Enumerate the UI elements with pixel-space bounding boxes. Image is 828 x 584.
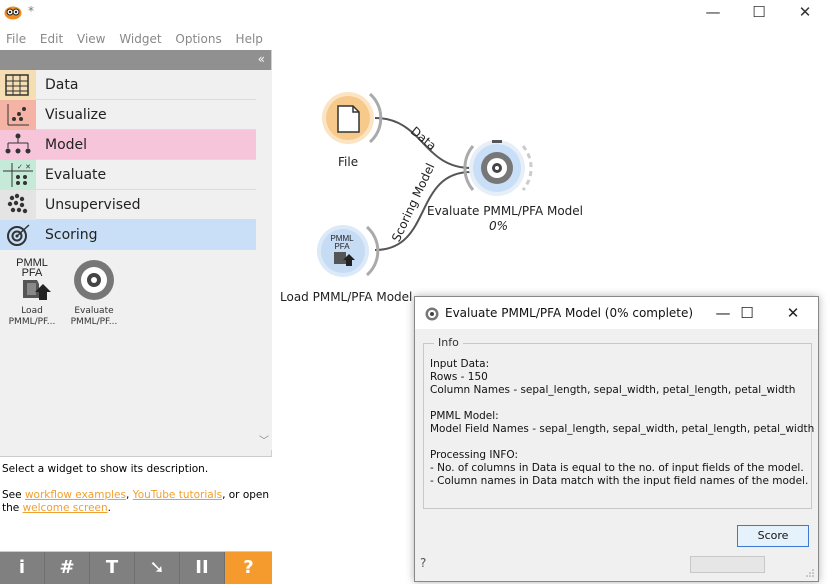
category-label: Model xyxy=(45,137,88,153)
widget-evaluate-pmml[interactable]: Evaluate PMML/PF... xyxy=(62,250,126,328)
node-icon-text-pfa: PFA xyxy=(334,242,350,251)
widget-label: PMML/PF... xyxy=(70,317,118,327)
help-button[interactable]: ? xyxy=(225,552,272,584)
info-button[interactable]: i xyxy=(0,552,45,584)
info-text: Input Data: Rows - 150 Column Names - se… xyxy=(430,358,815,487)
menu-widget[interactable]: Widget xyxy=(115,28,165,50)
maximize-button[interactable]: ☐ xyxy=(736,0,782,26)
file-node[interactable] xyxy=(322,92,383,144)
file-node-label: File xyxy=(338,155,359,169)
score-button[interactable]: Score xyxy=(737,525,809,547)
category-label: Evaluate xyxy=(45,167,107,183)
menu-edit[interactable]: Edit xyxy=(36,28,67,50)
category-scoring[interactable]: Scoring xyxy=(0,220,256,250)
widget-description: Select a widget to show its description.… xyxy=(0,456,272,552)
category-visualize[interactable]: Visualize xyxy=(0,100,256,130)
orange-logo-icon xyxy=(4,6,22,20)
resize-grip-icon[interactable] xyxy=(806,569,814,577)
svg-text:✓ ✕: ✓ ✕ xyxy=(17,163,31,171)
close-button[interactable]: ✕ xyxy=(782,0,828,26)
menu-options[interactable]: Options xyxy=(171,28,225,50)
evaluate-pmml-node[interactable] xyxy=(463,140,533,196)
menu-bar: File Edit View Widget Options Help xyxy=(0,28,828,50)
description-see: See xyxy=(2,489,25,501)
arrow-annotation-button[interactable]: ➘ xyxy=(135,552,180,584)
description-dot: . xyxy=(107,502,112,514)
widget-grid: PMML PFA Load PMML/PF... Evaluate PMML/P… xyxy=(0,250,256,350)
load-pmml-node-label: Load PMML/PFA Model xyxy=(280,290,413,304)
category-label: Scoring xyxy=(45,227,98,243)
menu-view[interactable]: View xyxy=(73,28,109,50)
evaluate-pmml-icon xyxy=(74,260,114,300)
evaluate-node-label: Evaluate PMML/PFA Model xyxy=(427,204,583,218)
category-label: Data xyxy=(45,77,79,93)
evaluate-icon xyxy=(425,307,439,321)
dialog-title-bar: Evaluate PMML/PFA Model (0% complete) — … xyxy=(415,297,818,329)
description-text: Select a widget to show its description. xyxy=(2,463,209,475)
help-icon[interactable]: ? xyxy=(420,556,426,570)
collapse-icon[interactable]: « xyxy=(258,52,265,66)
icon-text-pfa: PFA xyxy=(22,267,43,279)
target-icon xyxy=(0,220,36,250)
category-data[interactable]: Data xyxy=(0,70,256,100)
dialog-maximize-button[interactable]: ☐ xyxy=(725,299,769,327)
info-group-title: Info xyxy=(434,336,463,349)
youtube-tutorials-link[interactable]: YouTube tutorials xyxy=(133,489,222,501)
widget-label: Load xyxy=(21,306,43,316)
category-label: Unsupervised xyxy=(45,197,141,213)
category-list: Data Visualize Model ✓ ✕ Evaluate Unsupe… xyxy=(0,70,256,250)
scatter-plot-icon xyxy=(0,100,36,130)
dialog-close-button[interactable]: ✕ xyxy=(771,299,815,327)
category-unsupervised[interactable]: Unsupervised xyxy=(0,190,256,220)
workflow-examples-link[interactable]: workflow examples xyxy=(25,489,126,501)
evaluate-progress-label: 0% xyxy=(489,219,509,233)
description-or-open: , or open xyxy=(222,489,270,501)
menu-help[interactable]: Help xyxy=(232,28,267,50)
minimize-button[interactable]: — xyxy=(690,0,736,26)
window-title: * xyxy=(28,4,34,18)
category-model[interactable]: Model xyxy=(0,130,256,160)
description-the: the xyxy=(2,502,23,514)
bottom-toolbar: i # T ➘ II ? xyxy=(0,552,272,584)
load-pmml-icon: PMML PFA xyxy=(16,257,51,300)
welcome-screen-link[interactable]: welcome screen xyxy=(23,502,108,514)
scroll-down-icon[interactable]: ﹀ xyxy=(259,432,269,447)
pause-button[interactable]: II xyxy=(180,552,225,584)
evaluate-grid-icon: ✓ ✕ xyxy=(0,160,36,190)
text-annotation-button[interactable]: T xyxy=(90,552,135,584)
toolbox-scrollbar[interactable] xyxy=(257,70,272,450)
data-table-icon xyxy=(0,70,36,100)
title-bar: * — ☐ ✕ xyxy=(0,0,828,26)
dialog-title: Evaluate PMML/PFA Model (0% complete) xyxy=(445,306,694,320)
progress-bar xyxy=(690,556,765,573)
info-group: Info Input Data: Rows - 150 Column Names… xyxy=(423,336,815,509)
menu-file[interactable]: File xyxy=(2,28,30,50)
tree-model-icon xyxy=(0,130,36,160)
toolbox-header: « xyxy=(0,50,271,70)
category-label: Visualize xyxy=(45,107,107,123)
description-comma: , xyxy=(125,489,133,501)
grid-button[interactable]: # xyxy=(45,552,90,584)
cluster-icon xyxy=(0,190,36,220)
load-pmml-node[interactable]: PMML PFA xyxy=(317,225,380,277)
evaluate-dialog: Evaluate PMML/PFA Model (0% complete) — … xyxy=(414,296,819,582)
widget-toolbox: « Data Visualize Model ✓ ✕ Evaluate Unsu… xyxy=(0,50,272,584)
widget-label: Evaluate xyxy=(74,306,114,316)
category-evaluate[interactable]: ✓ ✕ Evaluate xyxy=(0,160,256,190)
widget-label: PMML/PF... xyxy=(8,317,56,327)
widget-load-pmml[interactable]: PMML PFA Load PMML/PF... xyxy=(0,250,64,328)
